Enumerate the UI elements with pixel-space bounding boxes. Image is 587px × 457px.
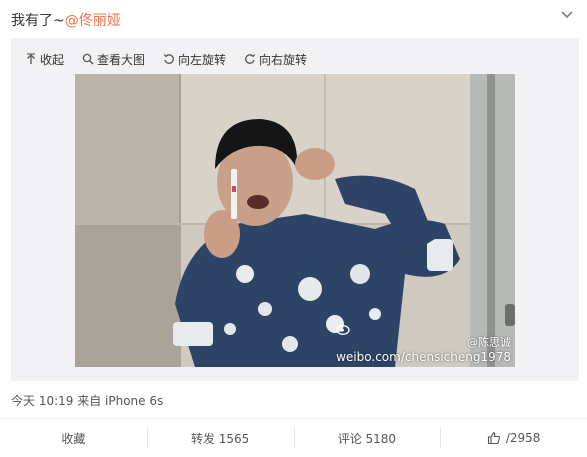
- watermark-url: weibo.com/chensicheng1978: [336, 350, 511, 364]
- chevron-down-icon[interactable]: [559, 8, 575, 22]
- media-box: 收起 查看大图 向左旋转 向右旋转 @陈思诚 weibo.com/chensic…: [11, 38, 579, 381]
- image-toolbar: 收起 查看大图 向左旋转 向右旋转: [25, 50, 325, 68]
- rotate-right-button[interactable]: 向右旋转: [244, 51, 307, 68]
- weibo-eye-icon: [336, 325, 350, 335]
- comment-button[interactable]: 评论 5180: [293, 419, 441, 457]
- repost-label: 转发 1565: [190, 431, 250, 446]
- repost-button[interactable]: 转发 1565: [146, 419, 294, 457]
- post-photo[interactable]: @陈思诚 weibo.com/chensicheng1978: [75, 74, 515, 367]
- action-bar: 收藏 转发 1565 评论 5180 /2958: [0, 418, 587, 457]
- view-large-label: 查看大图: [97, 52, 146, 67]
- rotate-left-label: 向左旋转: [178, 52, 227, 67]
- mention-link[interactable]: @佟丽娅: [65, 13, 121, 29]
- like-label: /2958: [505, 431, 541, 445]
- favorite-button[interactable]: 收藏: [0, 419, 147, 457]
- watermark-handle: @陈思诚: [467, 336, 511, 349]
- rotate-right-label: 向右旋转: [259, 52, 308, 67]
- photo-watermark: @陈思诚 weibo.com/chensicheng1978: [336, 324, 511, 365]
- rotate-left-button[interactable]: 向左旋转: [163, 51, 226, 68]
- collapse-button[interactable]: 收起: [25, 51, 64, 68]
- thumbs-up-icon: [487, 432, 500, 445]
- collapse-label: 收起: [40, 52, 65, 67]
- rotate-right-icon: [245, 54, 256, 64]
- comment-label: 评论 5180: [337, 431, 397, 446]
- like-button[interactable]: /2958: [440, 419, 587, 457]
- post-text: 我有了~@佟丽娅: [11, 10, 121, 30]
- post-body: 我有了~: [11, 13, 65, 29]
- favorite-label: 收藏: [61, 431, 86, 446]
- magnifier-icon: [82, 53, 94, 65]
- rotate-left-icon: [163, 54, 174, 64]
- arrow-up-icon: [27, 53, 35, 64]
- view-large-button[interactable]: 查看大图: [82, 51, 145, 68]
- post-meta[interactable]: 今天 10:19 来自 iPhone 6s: [11, 392, 163, 409]
